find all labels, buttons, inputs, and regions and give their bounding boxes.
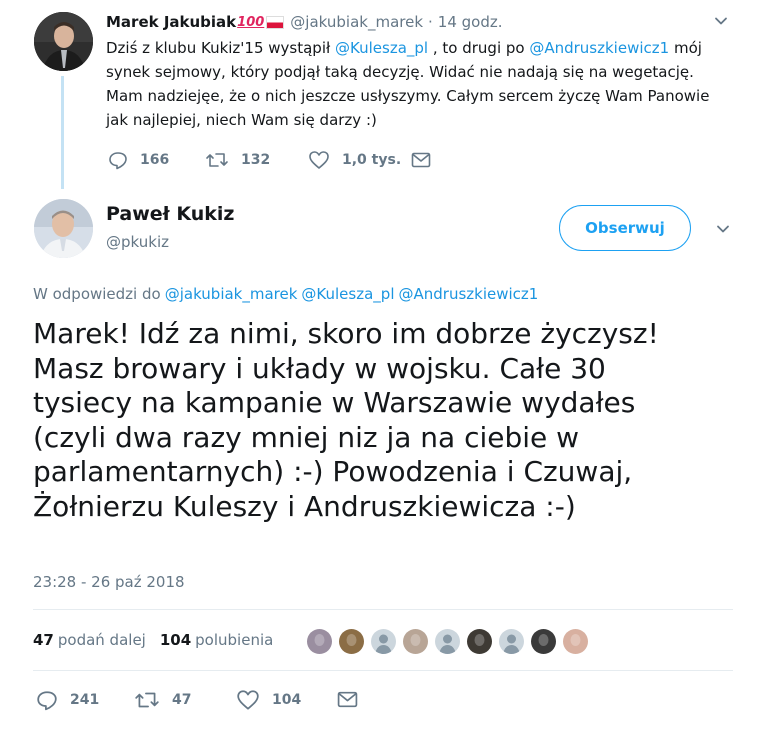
reply-mention-link[interactable]: @Andruszkiewicz1	[398, 285, 538, 303]
chevron-down-icon[interactable]	[714, 14, 728, 28]
liker-avatar[interactable]	[497, 627, 526, 656]
avatar-marek-jakubiak[interactable]	[34, 12, 93, 71]
main-author-handle[interactable]: @pkukiz	[106, 233, 169, 251]
retweet-icon	[135, 692, 159, 708]
parent-reply-action[interactable]: 166	[108, 150, 169, 170]
reply-count: 241	[70, 692, 100, 708]
heart-icon	[309, 151, 329, 169]
reply-mention-link[interactable]: @jakubiak_marek	[165, 285, 298, 303]
main-tweet-text: Marek! Idź za nimi, skoro im dobrze życz…	[33, 317, 733, 524]
header-separator: ·	[428, 13, 433, 31]
reply-mention-link[interactable]: @Kulesza_pl	[301, 285, 394, 303]
parent-like-action[interactable]: 1,0 tys.	[308, 150, 401, 170]
main-author-name[interactable]: Paweł Kukiz	[106, 203, 234, 225]
parent-dm-action[interactable]	[411, 152, 443, 168]
reply-context: W odpowiedzi do @jakubiak_marek @Kulesza_p…	[33, 285, 538, 303]
hundred-points-icon: 100	[237, 14, 265, 30]
like-stat-count: 104	[159, 631, 192, 649]
liker-avatar[interactable]	[305, 627, 334, 656]
parent-author-handle[interactable]: @jakubiak_marek	[290, 13, 423, 31]
follow-button[interactable]: Obserwuj	[559, 205, 691, 251]
liker-avatar[interactable]	[465, 627, 494, 656]
tweet-timestamp[interactable]: 23:28 - 26 paź 2018	[33, 573, 185, 591]
liker-avatar[interactable]	[337, 627, 366, 656]
envelope-icon	[337, 691, 358, 708]
thread-connector-line	[61, 76, 64, 189]
retweet-stat[interactable]: 47 podań dalej	[33, 631, 146, 649]
chevron-down-icon[interactable]	[716, 222, 730, 236]
like-action[interactable]: 104	[236, 689, 301, 711]
liker-avatar[interactable]	[433, 627, 462, 656]
reply-action[interactable]: 241	[36, 689, 99, 711]
tweet-text-line: tysiecy na kampanie w Warszawie wydałes	[33, 386, 636, 419]
retweet-count: 47	[172, 692, 192, 708]
tweet-text-line: Masz browary i układy w wojsku. Całe 30	[33, 351, 606, 385]
parent-text-segment: , to drugi po	[428, 39, 530, 57]
retweet-icon	[206, 153, 228, 167]
like-stat-label: polubienia	[195, 631, 274, 649]
liker-avatar[interactable]	[401, 627, 430, 656]
parent-reply-count: 166	[140, 152, 170, 168]
envelope-icon	[411, 152, 431, 168]
reply-prefix: W odpowiedzi do	[33, 285, 161, 303]
avatar-pawel-kukiz[interactable]	[34, 199, 93, 258]
parent-retweet-count: 132	[241, 152, 271, 168]
heart-icon	[237, 690, 259, 710]
like-count: 104	[272, 692, 302, 708]
liker-avatar[interactable]	[369, 627, 398, 656]
poland-flag-icon	[266, 15, 285, 29]
retweet-action[interactable]: 47	[134, 689, 191, 711]
parent-author-name[interactable]: Marek Jakubiak	[106, 13, 236, 31]
like-stat[interactable]: 104 polubienia	[160, 631, 273, 649]
divider	[33, 609, 733, 610]
tweet-text-line: Żołnierzu Kuleszy i Andruszkiewicza :-)	[33, 489, 576, 523]
mention-link[interactable]: @Andruszkiewicz1	[529, 39, 669, 57]
parent-tweet-time[interactable]: 14 godz.	[438, 13, 503, 31]
tweet-stats: 47 podań dalej 104 polubienia	[33, 631, 273, 649]
parent-like-count: 1,0 tys.	[342, 152, 402, 168]
liker-avatar[interactable]	[529, 627, 558, 656]
tweet-text-line: (czyli dwa razy mniej niz ja na ciebie w	[33, 420, 580, 454]
tweet-text-line: parlamentarnych) :-) Powodzenia i Czuwaj…	[33, 455, 633, 488]
parent-tweet-text: Dziś z klubu Kukiz'15 wystąpił @Kulesza_…	[106, 36, 726, 132]
retweet-stat-label: podań dalej	[57, 631, 146, 649]
mention-link[interactable]: @Kulesza_pl	[335, 39, 428, 57]
parent-tweet-header: Marek Jakubiak 100 @jakubiak_marek · 14 …	[106, 11, 503, 33]
retweet-stat-count: 47	[33, 631, 54, 649]
divider	[33, 670, 733, 671]
dm-action[interactable]	[337, 691, 370, 708]
reply-icon	[109, 152, 127, 170]
parent-text-segment: Dziś z klubu Kukiz'15 wystąpił	[106, 39, 336, 57]
liker-avatar[interactable]	[561, 627, 590, 656]
tweet-text-line: Marek! Idź za nimi, skoro im dobrze życz…	[33, 317, 659, 350]
reply-icon	[37, 691, 57, 711]
parent-retweet-action[interactable]: 132	[205, 150, 270, 170]
